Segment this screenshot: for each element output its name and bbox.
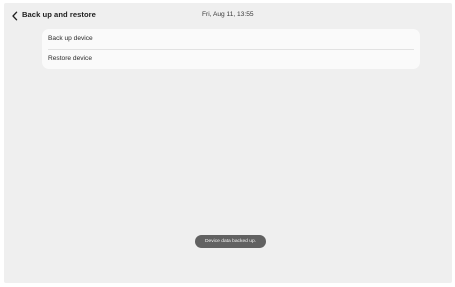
restore-device-item[interactable]: Restore device bbox=[42, 49, 420, 69]
settings-screen: Back up and restore Fri, Aug 11, 13:55 B… bbox=[4, 3, 452, 283]
back-button[interactable] bbox=[9, 9, 21, 23]
status-datetime: Fri, Aug 11, 13:55 bbox=[202, 11, 254, 18]
back-up-device-item[interactable]: Back up device bbox=[42, 29, 420, 49]
toast-notification: Device data backed up. bbox=[195, 235, 266, 248]
back-up-device-label: Back up device bbox=[48, 35, 93, 42]
top-bar: Back up and restore Fri, Aug 11, 13:55 bbox=[4, 3, 452, 30]
chevron-left-icon bbox=[12, 11, 18, 21]
toast-message: Device data backed up. bbox=[204, 239, 257, 244]
backup-options-card: Back up device Restore device bbox=[42, 29, 420, 69]
page-title: Back up and restore bbox=[22, 10, 96, 19]
restore-device-label: Restore device bbox=[48, 55, 92, 62]
